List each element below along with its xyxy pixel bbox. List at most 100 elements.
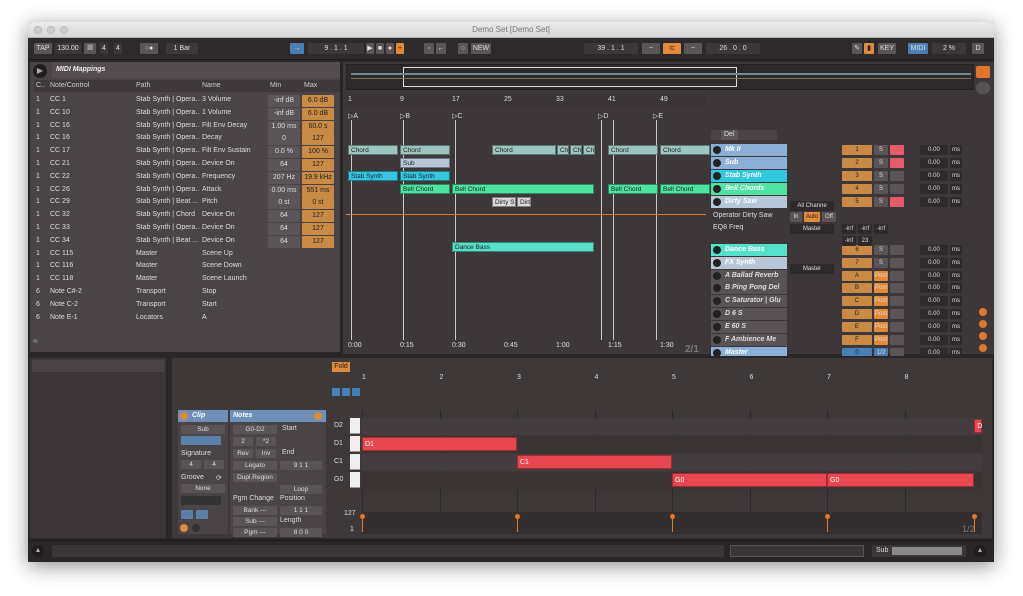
velocity-dot[interactable] <box>360 514 365 519</box>
track-number[interactable]: A <box>842 271 872 281</box>
record-button[interactable]: ● <box>386 43 394 54</box>
arm-button[interactable] <box>890 335 904 345</box>
max-value[interactable]: 127 <box>302 223 334 235</box>
track-header[interactable]: E 60 S <box>711 321 787 333</box>
arrangement-clip[interactable]: Chord <box>348 145 398 155</box>
monitor-in-button[interactable]: In <box>790 212 802 222</box>
locator-D[interactable]: ▷D <box>598 112 608 120</box>
max-value[interactable]: 19.9 kHz <box>302 171 334 184</box>
table-row[interactable]: 1 CC 118 Master Scene Launch <box>34 273 340 285</box>
midi-map-button[interactable]: MIDI <box>908 43 928 54</box>
groove-hot-swap-icon[interactable]: ⟳ <box>216 474 222 482</box>
track-activator-icon[interactable] <box>713 172 721 180</box>
arrangement-clip[interactable]: Chord <box>660 145 710 155</box>
header-4[interactable]: Min <box>270 80 302 92</box>
arrangement-clip[interactable]: Stab Synth <box>348 171 398 181</box>
table-row[interactable]: 1 CC 32 Stab Synth | Chord Device On 64 127 <box>34 209 340 223</box>
track-activator-icon[interactable] <box>713 272 721 280</box>
invert-button[interactable]: Inv <box>256 449 276 458</box>
duplicate-region-button[interactable]: Dupl.Region <box>233 473 277 482</box>
min-value[interactable]: 0.0 % <box>268 146 300 159</box>
midi-note[interactable]: C1 <box>517 455 672 469</box>
loop-switch[interactable]: ⊂ <box>663 43 681 54</box>
arm-button[interactable] <box>890 271 904 281</box>
commit-groove-button[interactable] <box>181 496 221 505</box>
locator-A[interactable]: ▷A <box>348 112 358 120</box>
track-header[interactable]: Mk II <box>711 144 787 156</box>
track-activator-icon[interactable] <box>713 284 721 292</box>
track-header[interactable]: A Ballad Reverb <box>711 270 787 282</box>
sends-toggle-icon[interactable] <box>979 320 987 328</box>
header-5[interactable]: Max <box>304 80 338 92</box>
volume-field[interactable]: 0.00 <box>920 309 948 319</box>
fold-icon[interactable] <box>342 388 350 396</box>
piano-key[interactable] <box>350 418 360 434</box>
track-activator-icon[interactable] <box>713 310 721 318</box>
input-channel-select[interactable]: All Channe <box>790 201 834 211</box>
min-value[interactable]: 0 st <box>268 197 300 210</box>
arm-button[interactable] <box>890 245 904 255</box>
track-activator-icon[interactable] <box>713 336 721 344</box>
key-button[interactable]: KEY <box>878 43 896 54</box>
volume-field[interactable]: 0.00 <box>920 171 948 181</box>
arm-button[interactable] <box>890 184 904 194</box>
solo-button[interactable]: Post <box>874 296 888 306</box>
track-activator-icon[interactable] <box>713 159 721 167</box>
track-activator-icon[interactable] <box>713 185 721 193</box>
arm-button[interactable] <box>890 296 904 306</box>
track-header[interactable]: Sub <box>711 157 787 169</box>
clip-color-select[interactable] <box>181 436 221 445</box>
envelope-toggle-icon[interactable] <box>192 524 200 532</box>
volume-field[interactable]: 0.00 <box>920 283 948 293</box>
output-select[interactable]: Master <box>790 224 834 234</box>
draw-mode-button[interactable]: ✎ <box>852 43 862 54</box>
header-3[interactable]: Name <box>202 80 268 92</box>
clip-btn-2[interactable] <box>196 510 208 519</box>
max-value[interactable]: 0 st <box>302 197 334 210</box>
solo-button[interactable]: S <box>874 171 888 181</box>
reverse-button[interactable]: Rev <box>233 449 253 458</box>
table-row[interactable]: 6 Note E-1 Locators A <box>34 312 340 324</box>
velocity-dot[interactable] <box>825 514 830 519</box>
arrangement-clip[interactable]: Bell Chord <box>608 184 658 194</box>
max-value[interactable]: 127 <box>302 159 334 171</box>
solo-button[interactable]: S <box>874 258 888 268</box>
play-button[interactable]: ▶ <box>366 43 374 54</box>
pan-value[interactable]: 23 <box>858 236 872 246</box>
table-row[interactable]: 6 Note C#-2 Transport Stop <box>34 286 340 298</box>
track-activator-icon[interactable] <box>713 146 721 154</box>
note-range-field[interactable]: G0-D2 <box>233 425 277 434</box>
max-value[interactable]: 100 % <box>302 146 334 159</box>
locator-B[interactable]: ▷B <box>400 112 410 120</box>
launch-toggle-icon[interactable] <box>180 524 188 532</box>
new-button[interactable]: NEW <box>471 43 491 54</box>
loop-button[interactable]: Loop <box>280 485 322 494</box>
follow-button[interactable]: → <box>290 43 304 54</box>
program-field[interactable]: Pgm --- <box>233 528 277 537</box>
header-0[interactable]: C.. <box>36 80 48 92</box>
solo-button[interactable]: Post <box>874 322 888 332</box>
tap-button[interactable]: TAP <box>34 43 52 54</box>
volume-field[interactable]: 0.00 <box>920 271 948 281</box>
monitor-auto-button[interactable]: Auto <box>804 212 820 222</box>
track-number[interactable]: 4 <box>842 184 872 194</box>
table-row[interactable]: 1 CC 10 Stab Synth | Opera... 1 Volume -inf … <box>34 107 340 120</box>
table-row[interactable]: 1 CC 34 Stab Synth | Beat ... Device On 64 12… <box>34 235 340 248</box>
solo-button[interactable]: S <box>874 197 888 207</box>
min-value[interactable]: 1.00 ms <box>268 120 300 133</box>
track-header[interactable]: Stab Synth <box>711 170 787 182</box>
min-value[interactable]: 0 <box>268 133 300 146</box>
piano-key[interactable] <box>350 454 360 470</box>
arrangement-clip[interactable]: Bell Chord <box>400 184 450 194</box>
midi-note[interactable]: D1 <box>362 437 517 451</box>
midi-note[interactable]: G0 <box>827 473 975 487</box>
solo-button[interactable]: S <box>874 145 888 155</box>
solo-button[interactable]: Post <box>874 335 888 345</box>
solo-button[interactable]: Post <box>874 271 888 281</box>
table-row[interactable]: 1 CC 16 Stab Synth | Opera... Filt Env Deca… <box>34 120 340 133</box>
arrangement-clip[interactable]: Ch <box>570 145 582 155</box>
track-activator-icon[interactable] <box>713 297 721 305</box>
arrangement-clip[interactable]: Ch <box>583 145 595 155</box>
table-row[interactable]: 1 CC 33 Stab Synth | Opera... Device On 64 12… <box>34 222 340 235</box>
track-header[interactable]: Dirty Saw <box>711 196 787 208</box>
